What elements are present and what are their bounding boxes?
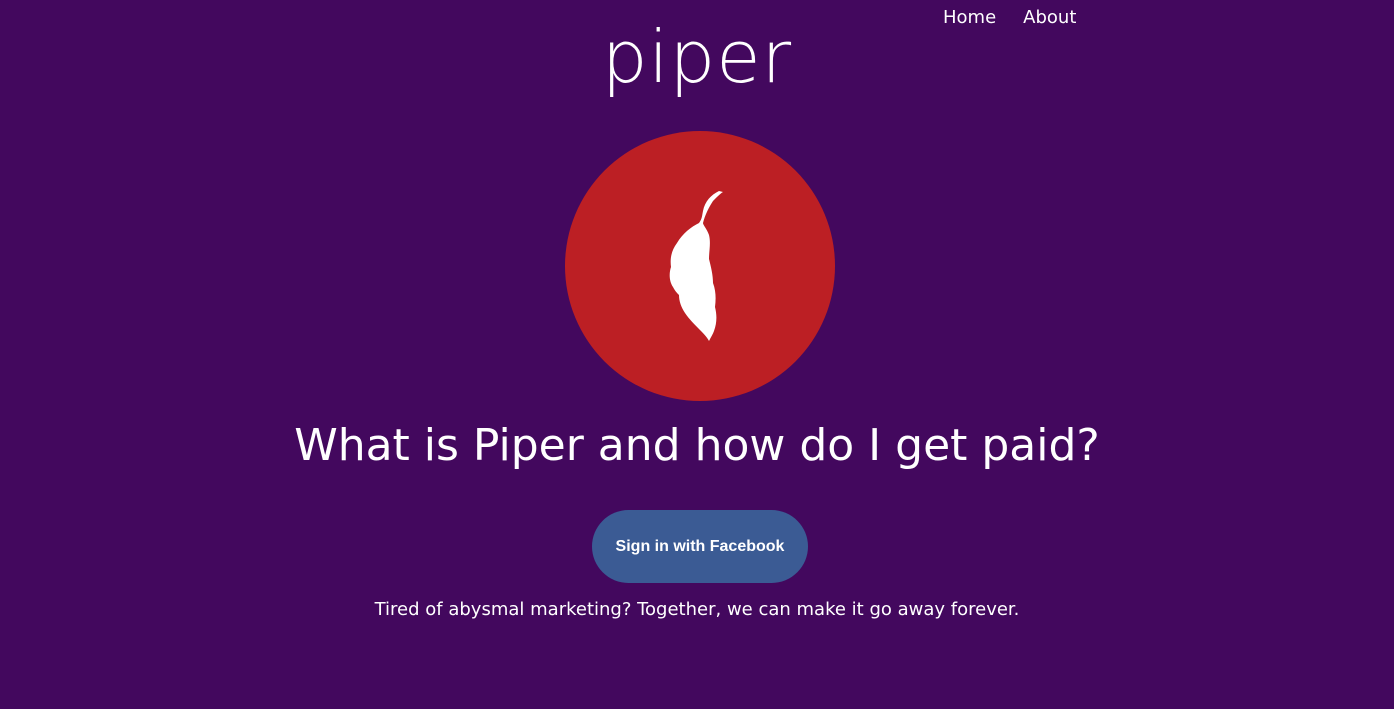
chili-pepper-icon <box>669 191 723 341</box>
page-headline: What is Piper and how do I get paid? <box>294 420 1100 471</box>
brand-wordmark: piper <box>601 15 793 99</box>
brand-logo <box>565 131 835 401</box>
facebook-signin-button[interactable]: Sign in with Facebook <box>592 510 808 583</box>
tagline-text: Tired of abysmal marketing? Together, we… <box>374 599 1020 620</box>
landing-page: Home About piper What is Piper and how d… <box>0 0 1394 709</box>
